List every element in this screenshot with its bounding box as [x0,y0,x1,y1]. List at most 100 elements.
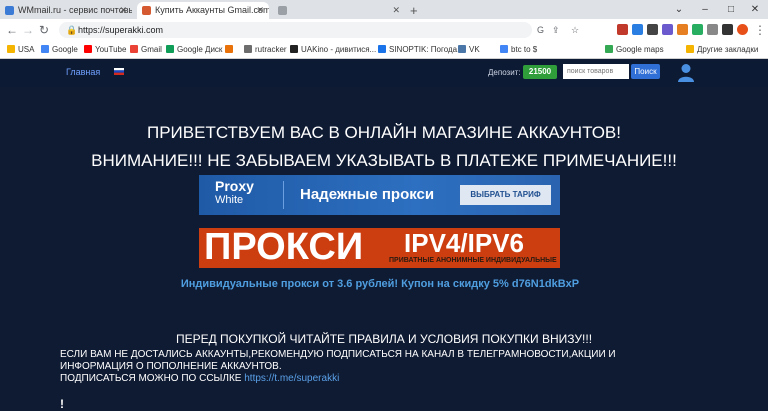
bookmark-google-drive[interactable]: Google Диск [166,41,222,58]
wmmail-favicon-icon [5,6,14,15]
bookmark-label: Gmail [141,45,162,54]
bookmark-google-maps[interactable]: Google maps [605,41,664,58]
gmail-icon [130,45,138,53]
tab-title: WMmail.ru - сервис почтовых ра [18,5,132,15]
subscribe-text: ПОДПИСАТЬСЯ МОЖНО ПО ССЫЛКЕ [60,373,242,384]
extension-icon[interactable] [692,24,703,35]
bookmark-vk[interactable]: VK [458,41,480,58]
bookmark-btc[interactable]: btc to $ [500,41,537,58]
bookmark-sinoptik[interactable]: SINOPTIK: Погода... [378,41,464,58]
proxy-ipv-banner[interactable]: ПРОКСИ IPV4/IPV6 ПРИВАТНЫЕ АНОНИМНЫЕ ИНД… [199,228,560,268]
uakino-icon [290,45,298,53]
puzzle-icon[interactable] [707,24,718,35]
bookmark-label: Другие закладки [697,45,759,54]
tab-search-icon[interactable]: ⌄ [666,0,692,19]
address-bar[interactable]: 🔒 https://superakki.com G ⇪ ☆ [59,22,579,38]
bookmark-f[interactable] [225,41,236,58]
banner-slogan: Надежные прокси [300,186,435,203]
share-icon[interactable]: ⇪ [552,22,560,38]
bookmark-label: USA [18,45,35,54]
proxy-white-banner[interactable]: Proxy White Надежные прокси ВЫБРАТЬ ТАРИ… [199,175,560,215]
bookmark-youtube[interactable]: YouTube [84,41,126,58]
subscribe-line: ПОДПИСАТЬСЯ МОЖНО ПО ССЫЛКЕ https://t.me… [60,373,339,384]
logo-text-top: Proxy [215,178,254,194]
main-content: ПРИВЕТСТВУЕМ ВАС В ОНЛАЙН МАГАЗИНЕ АККАУ… [0,87,768,411]
bookmark-label: UAKino - дивитися... [301,45,377,54]
back-arrow-icon[interactable]: ← [6,22,18,38]
bookmark-label: VK [469,45,480,54]
youtube-icon [84,45,92,53]
google-icon [41,45,49,53]
url-text[interactable]: https://superakki.com [78,22,163,38]
proxy-white-logo: Proxy White [215,179,254,207]
bookmark-usa[interactable]: USA [7,41,34,58]
google-search-icon[interactable]: G [537,22,544,38]
drive-icon [166,45,174,53]
maps-icon [605,45,613,53]
bookmark-rutracker[interactable]: rutracker [244,41,287,58]
logo-text-bottom: White [215,194,244,206]
search-input[interactable] [563,64,629,79]
close-tab-icon[interactable]: ✕ [392,2,400,19]
promo-coupon-link[interactable]: Индивидуальные прокси от 3.6 рублей! Куп… [0,278,760,290]
extension-icon[interactable] [677,24,688,35]
tab-superakki[interactable]: Купить Аккаунты Gmail.com/ ✕ [137,2,269,19]
banner-big-text: ПРОКСИ [204,226,364,268]
user-account-icon[interactable] [678,63,694,83]
bookmark-label: Google maps [616,45,664,54]
menu-kebab-icon[interactable]: ⋮ [754,22,766,38]
bookmark-label: Google [52,45,78,54]
bookmark-gmail[interactable]: Gmail [130,41,162,58]
tab-blank[interactable]: ✕ [273,2,405,19]
close-tab-icon[interactable]: ✕ [256,2,264,19]
folder-icon [7,45,15,53]
bookmark-label: btc to $ [511,45,538,54]
russian-flag-icon[interactable] [114,68,124,75]
minimize-button[interactable]: – [692,0,718,19]
tab-title: Купить Аккаунты Gmail.com/ [155,5,269,15]
telegram-notice: ЕСЛИ ВАМ НЕ ДОСТАЛИСЬ АККАУНТЫ,РЕКОМЕНДУ… [60,349,616,372]
deposit-balance-badge[interactable]: 21500 [523,65,557,79]
welcome-heading: ПРИВЕТСТВУЕМ ВАС В ОНЛАЙН МАГАЗИНЕ АККАУ… [146,123,621,142]
tab-strip: WMmail.ru - сервис почтовых ра ✕ Купить … [0,0,768,19]
home-link[interactable]: Главная [66,67,100,77]
extension-icon[interactable] [662,24,673,35]
telegram-link[interactable]: https://t.me/superakki [244,373,339,384]
forward-arrow-icon[interactable]: → [22,22,34,38]
extension-icon[interactable] [617,24,628,35]
bookmark-label: Google Диск [177,45,223,54]
close-window-button[interactable]: ✕ [742,0,768,19]
extension-icon[interactable] [647,24,658,35]
maximize-button[interactable]: □ [718,0,744,19]
folder-icon [686,45,694,53]
media-icon[interactable] [722,24,733,35]
rules-warning: ПЕРЕД ПОКУПКОЙ ЧИТАЙТЕ ПРАВИЛА И УСЛОВИЯ… [175,332,593,346]
extension-icon[interactable] [632,24,643,35]
reload-icon[interactable]: ↻ [39,22,49,38]
bookmark-star-icon[interactable]: ☆ [571,22,579,38]
bookmark-uakino[interactable]: UAKino - дивитися... [290,41,376,58]
close-tab-icon[interactable]: ✕ [119,2,127,19]
profile-avatar-icon[interactable] [737,24,748,35]
bookmarks-bar: USA Google YouTube Gmail Google Диск rut… [0,41,768,59]
bookmark-label: SINOPTIK: Погода... [389,45,464,54]
bookmark-google[interactable]: Google [41,41,78,58]
deposit-label: Депозит: [488,68,521,77]
site-header: Главная Депозит: 21500 Поиск [0,59,768,87]
choose-plan-button[interactable]: ВЫБРАТЬ ТАРИФ [460,185,551,205]
bookmark-label: rutracker [255,45,287,54]
rutracker-icon [244,45,252,53]
page-favicon-icon [278,6,287,15]
bookmark-other[interactable]: Другие закладки [686,41,758,58]
tab-wmmail[interactable]: WMmail.ru - сервис почтовых ра ✕ [0,2,132,19]
new-tab-button[interactable]: + [410,2,418,19]
search-button[interactable]: Поиск [631,64,660,79]
google-icon [500,45,508,53]
lock-icon[interactable]: 🔒 [66,22,77,38]
banner-ipv-text: IPV4/IPV6 [404,228,524,258]
address-row: ← → ↻ 🔒 https://superakki.com G ⇪ ☆ ⋮ [0,19,768,41]
f-icon [225,45,233,53]
attention-heading: ВНИМАНИЕ!!! НЕ ЗАБЫВАЕМ УКАЗЫВАТЬ В ПЛАТ… [91,151,677,170]
vk-icon [458,45,466,53]
banner-divider [283,181,284,209]
